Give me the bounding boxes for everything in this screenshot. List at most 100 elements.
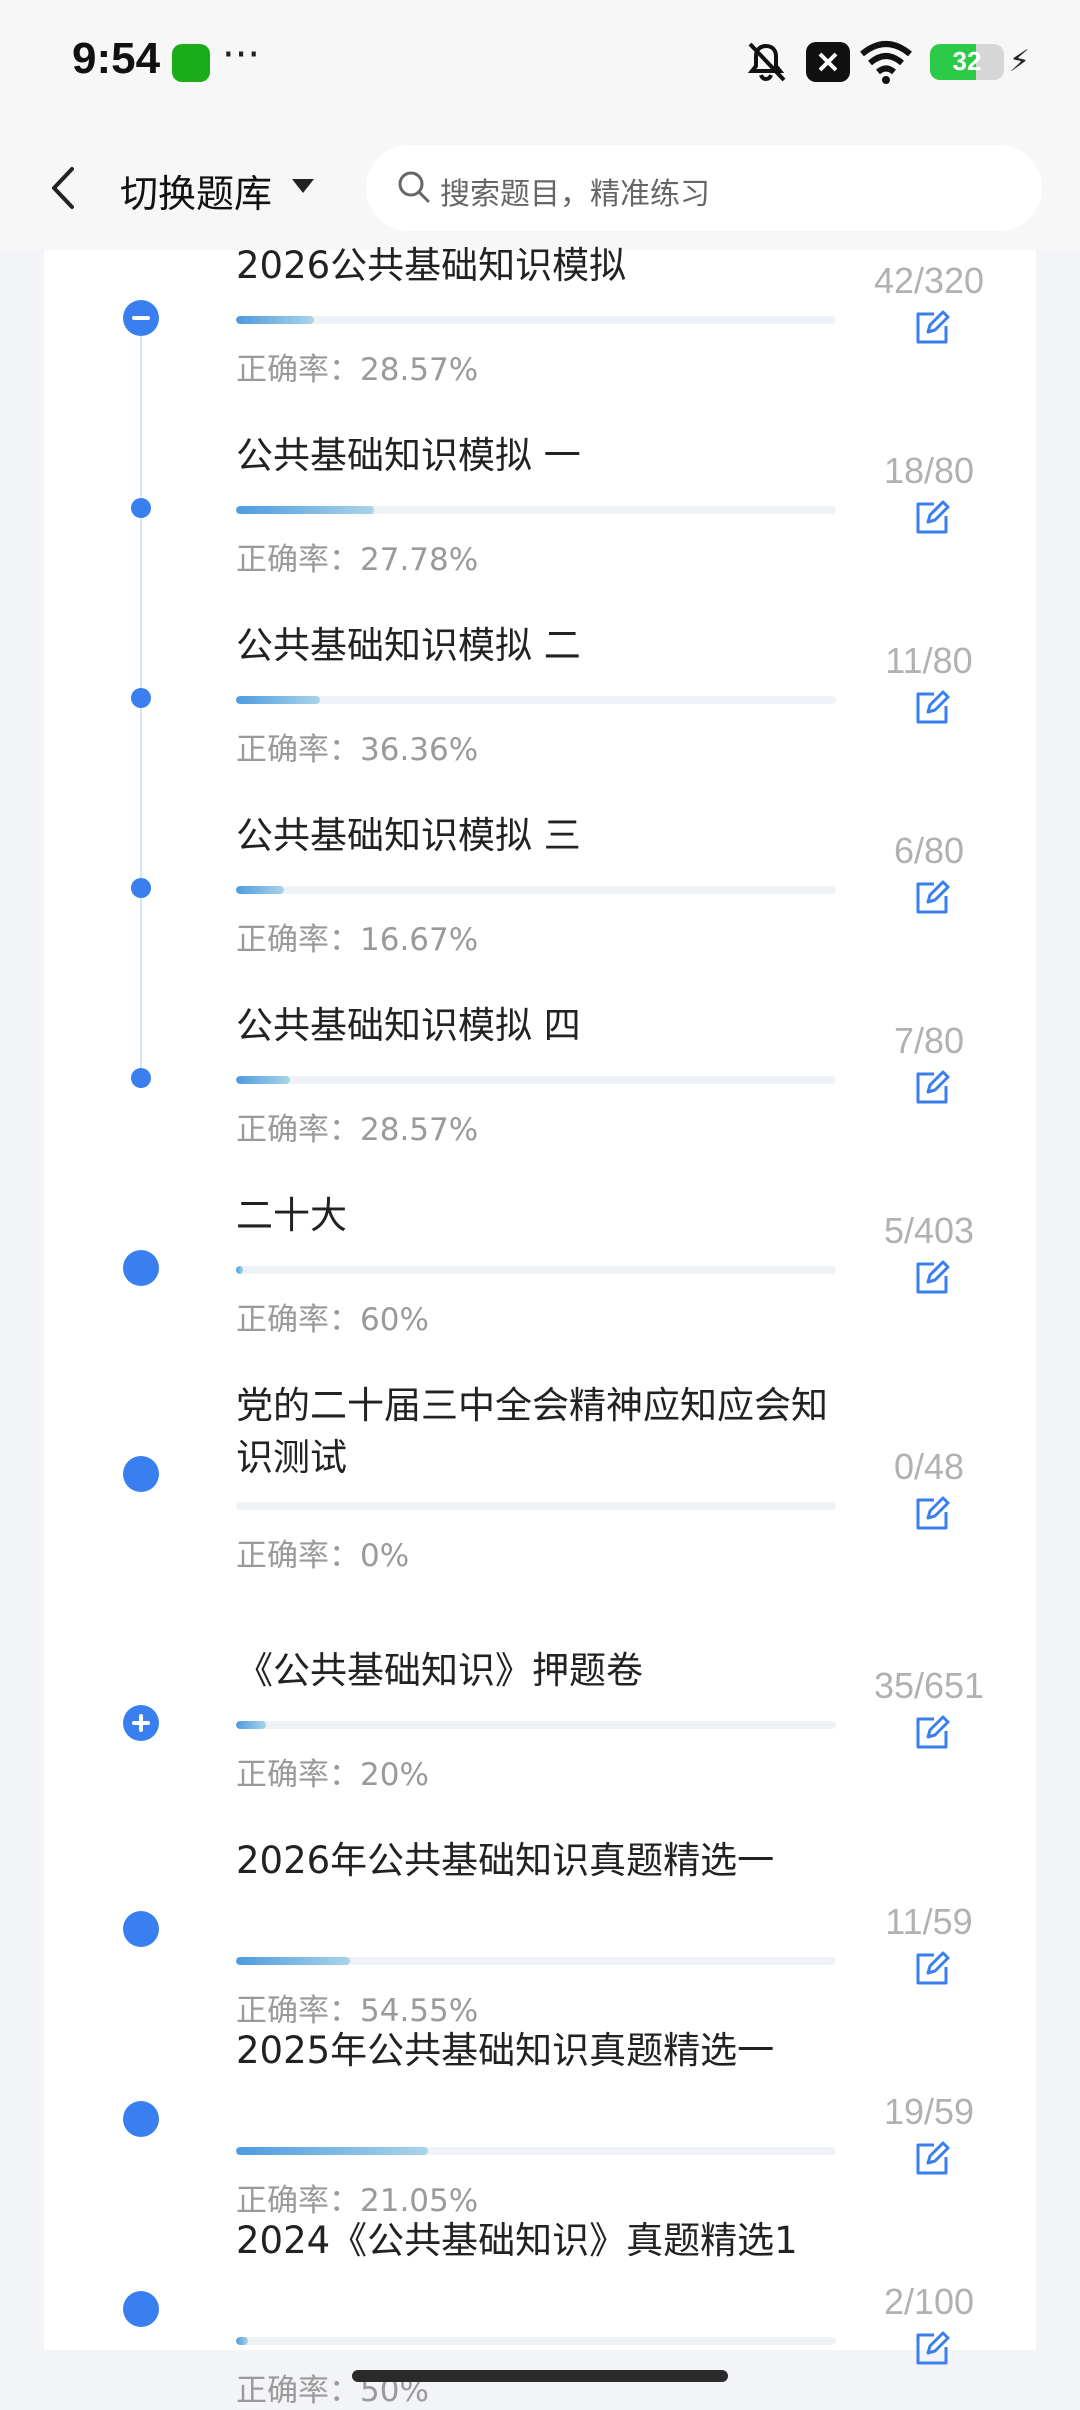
switch-bank-title[interactable]: 切换题库	[120, 163, 272, 218]
progress-fill	[236, 886, 284, 894]
item-title: 公共基础知识模拟 四	[236, 1004, 581, 1047]
edit-practice-icon[interactable]	[912, 1949, 952, 1989]
item-title: 公共基础知识模拟 三	[236, 814, 581, 857]
item-title: 公共基础知识模拟 一	[236, 434, 581, 477]
accuracy-value: 27.78%	[360, 542, 479, 578]
progress-count: 7/80	[893, 1020, 965, 1061]
accuracy-label: 正确率：	[236, 352, 360, 388]
edit-practice-icon[interactable]	[912, 308, 952, 348]
progress-fill	[236, 2147, 428, 2155]
accuracy-value: 28.57%	[360, 1112, 479, 1148]
timeline-node	[131, 688, 151, 708]
edit-practice-icon[interactable]	[912, 2329, 952, 2369]
progress-count: 18/80	[883, 450, 975, 491]
accuracy-value: 28.57%	[360, 352, 479, 388]
progress-bar	[236, 506, 836, 514]
expand-icon[interactable]	[123, 1705, 159, 1741]
accuracy-label: 正确率：	[236, 542, 360, 578]
progress-bar	[236, 886, 836, 894]
battery-indicator: 32	[930, 44, 1004, 80]
progress-count: 11/59	[885, 1901, 973, 1942]
accuracy-text: 正确率：28.57%	[236, 344, 478, 389]
progress-count: 35/651	[873, 1665, 985, 1706]
progress-bar	[236, 696, 836, 704]
progress-bar	[236, 2147, 836, 2155]
item-title: 2026公共基础知识模拟	[236, 244, 627, 287]
item-title: 2025年公共基础知识真题精选一	[236, 2029, 775, 2072]
accuracy-value: 0%	[360, 1538, 410, 1574]
accuracy-text: 正确率：60%	[236, 1294, 429, 1339]
header: 切换题库 搜索题目，精准练习	[0, 125, 1080, 250]
status-bar: 9:54 ··· 32 ⚡	[0, 0, 1080, 125]
home-indicator[interactable]	[352, 2370, 728, 2382]
edit-practice-icon[interactable]	[912, 2139, 952, 2179]
progress-bar	[236, 1957, 836, 1965]
edit-practice-icon[interactable]	[912, 1494, 952, 1534]
timeline-node	[123, 2101, 159, 2137]
status-time: 9:54	[72, 34, 161, 83]
progress-bar	[236, 2337, 836, 2345]
timeline-node	[131, 498, 151, 518]
more-notifications-icon: ···	[222, 32, 261, 78]
accuracy-value: 60%	[360, 1302, 429, 1338]
item-title: 党的二十届三中全会精神应知应会知识测试	[236, 1384, 828, 1479]
edit-practice-icon[interactable]	[912, 688, 952, 728]
accuracy-value: 36.36%	[360, 732, 479, 768]
edit-practice-icon[interactable]	[912, 498, 952, 538]
accuracy-text: 正确率：54.55%	[236, 1985, 478, 2030]
back-arrow-icon[interactable]	[44, 161, 80, 215]
progress-bar	[236, 1721, 836, 1729]
edit-practice-icon[interactable]	[912, 1258, 952, 1298]
wechat-notification-icon	[172, 44, 210, 82]
accuracy-value: 20%	[360, 1757, 429, 1793]
accuracy-value: 21.05%	[360, 2183, 479, 2219]
accuracy-label: 正确率：	[236, 1757, 360, 1793]
progress-count: 2/100	[883, 2281, 975, 2322]
accuracy-label: 正确率：	[236, 732, 360, 768]
search-icon	[398, 171, 430, 203]
accuracy-label: 正确率：	[236, 2183, 360, 2219]
progress-count: 5/403	[883, 1210, 975, 1251]
accuracy-text: 正确率：28.57%	[236, 1104, 478, 1149]
progress-count: 11/80	[885, 640, 973, 681]
accuracy-text: 正确率：21.05%	[236, 2175, 478, 2220]
item-title: 《公共基础知识》押题卷	[236, 1649, 643, 1692]
search-placeholder: 搜索题目，精准练习	[440, 177, 710, 212]
progress-fill	[236, 316, 314, 324]
question-bank-list: 2026公共基础知识模拟 正确率：28.57% 42/320 公共基础知识模拟 一正确…	[44, 244, 1036, 2409]
progress-fill	[236, 2337, 248, 2345]
timeline-node	[123, 2291, 159, 2327]
search-input[interactable]: 搜索题目，精准练习	[366, 145, 1042, 231]
status-icons: 32 ⚡	[700, 38, 1030, 88]
edit-practice-icon[interactable]	[912, 878, 952, 918]
item-title: 2026年公共基础知识真题精选一	[236, 1839, 775, 1882]
battery-level: 32	[952, 46, 982, 76]
progress-count: 0/48	[893, 1446, 965, 1487]
edit-practice-icon[interactable]	[912, 1068, 952, 1108]
timeline-node	[123, 1911, 159, 1947]
item-title: 公共基础知识模拟 二	[236, 624, 581, 667]
item-title: 2024《公共基础知识》真题精选1	[236, 2219, 798, 2262]
progress-count: 6/80	[893, 830, 965, 871]
progress-bar	[236, 316, 836, 324]
accuracy-text: 正确率：36.36%	[236, 724, 478, 769]
accuracy-value: 54.55%	[360, 1993, 479, 2029]
progress-fill	[236, 1076, 290, 1084]
edit-practice-icon[interactable]	[912, 1713, 952, 1753]
progress-bar	[236, 1502, 836, 1510]
progress-count: 42/320	[873, 260, 985, 301]
progress-fill	[236, 506, 374, 514]
accuracy-label: 正确率：	[236, 1993, 360, 2029]
progress-fill	[236, 1721, 266, 1729]
collapse-icon[interactable]	[123, 300, 159, 336]
progress-fill	[236, 1266, 244, 1274]
charging-icon: ⚡	[1008, 44, 1030, 79]
caret-down-icon[interactable]	[290, 177, 316, 195]
accuracy-label: 正确率：	[236, 922, 360, 958]
accuracy-label: 正确率：	[236, 1112, 360, 1148]
accuracy-text: 正确率：16.67%	[236, 914, 478, 959]
progress-fill	[236, 1957, 350, 1965]
x-app-icon	[806, 42, 850, 82]
accuracy-text: 正确率：27.78%	[236, 534, 478, 579]
progress-fill	[236, 696, 320, 704]
